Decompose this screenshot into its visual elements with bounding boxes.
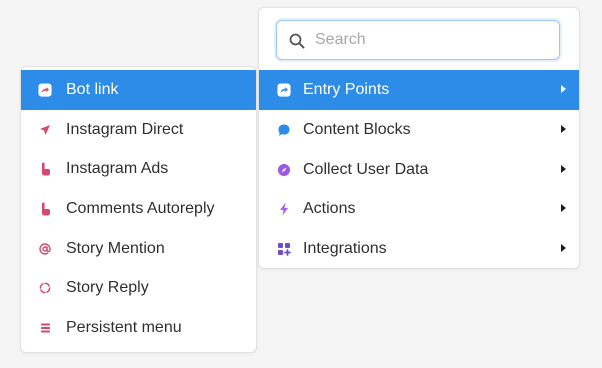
submenu-item-label: Persistent menu <box>66 319 182 336</box>
entry-points-submenu: Bot link Instagram Direct Instagram Ads … <box>20 66 257 353</box>
at-sign-icon <box>38 242 52 256</box>
search-icon <box>289 33 305 49</box>
menu-item-label: Entry Points <box>303 81 390 98</box>
submenu-item-persistent-menu[interactable]: Persistent menu <box>21 308 256 348</box>
submenu-item-instagram-ads[interactable]: Instagram Ads <box>21 149 256 189</box>
chevron-right-icon <box>561 204 566 212</box>
submenu-item-bot-link[interactable]: Bot link <box>21 70 256 110</box>
menu-item-label: Actions <box>303 200 356 217</box>
chevron-right-icon <box>561 165 566 173</box>
submenu-item-story-mention[interactable]: Story Mention <box>21 229 256 269</box>
menu-item-entry-points[interactable]: Entry Points <box>259 70 579 110</box>
dashed-circle-icon <box>38 281 52 295</box>
submenu-item-label: Instagram Direct <box>66 121 184 138</box>
menu-item-content-blocks[interactable]: Content Blocks <box>259 110 579 150</box>
submenu-item-label: Story Reply <box>66 279 149 296</box>
search-input[interactable] <box>315 21 545 59</box>
submenu-item-label: Story Mention <box>66 240 165 257</box>
lightning-icon <box>277 202 291 216</box>
send-icon <box>38 123 52 137</box>
chevron-right-icon <box>561 125 566 133</box>
compass-icon <box>277 163 291 177</box>
submenu-item-label: Comments Autoreply <box>66 200 215 217</box>
search-field[interactable] <box>276 20 560 60</box>
submenu-item-story-reply[interactable]: Story Reply <box>21 268 256 308</box>
entry-points-icon <box>277 83 291 97</box>
grid-plus-icon <box>277 242 291 256</box>
bot-link-icon <box>38 83 52 97</box>
hand-pointer-icon <box>38 202 52 216</box>
menu-item-actions[interactable]: Actions <box>259 189 579 229</box>
submenu-item-instagram-direct[interactable]: Instagram Direct <box>21 110 256 150</box>
menu-item-label: Collect User Data <box>303 161 429 178</box>
menu-item-label: Content Blocks <box>303 121 411 138</box>
submenu-item-label: Instagram Ads <box>66 160 169 177</box>
chat-bubble-icon <box>277 123 291 137</box>
menu-item-collect-user-data[interactable]: Collect User Data <box>259 150 579 190</box>
add-node-menu: Entry Points Content Blocks Collect User… <box>258 7 580 269</box>
chevron-right-icon <box>561 85 566 93</box>
menu-item-integrations[interactable]: Integrations <box>259 229 579 269</box>
submenu-item-label: Bot link <box>66 81 119 98</box>
chevron-right-icon <box>561 244 566 252</box>
menu-item-label: Integrations <box>303 240 387 257</box>
hand-pointer-icon <box>38 162 52 176</box>
menu-lines-icon <box>38 321 52 335</box>
submenu-item-comments-autoreply[interactable]: Comments Autoreply <box>21 189 256 229</box>
